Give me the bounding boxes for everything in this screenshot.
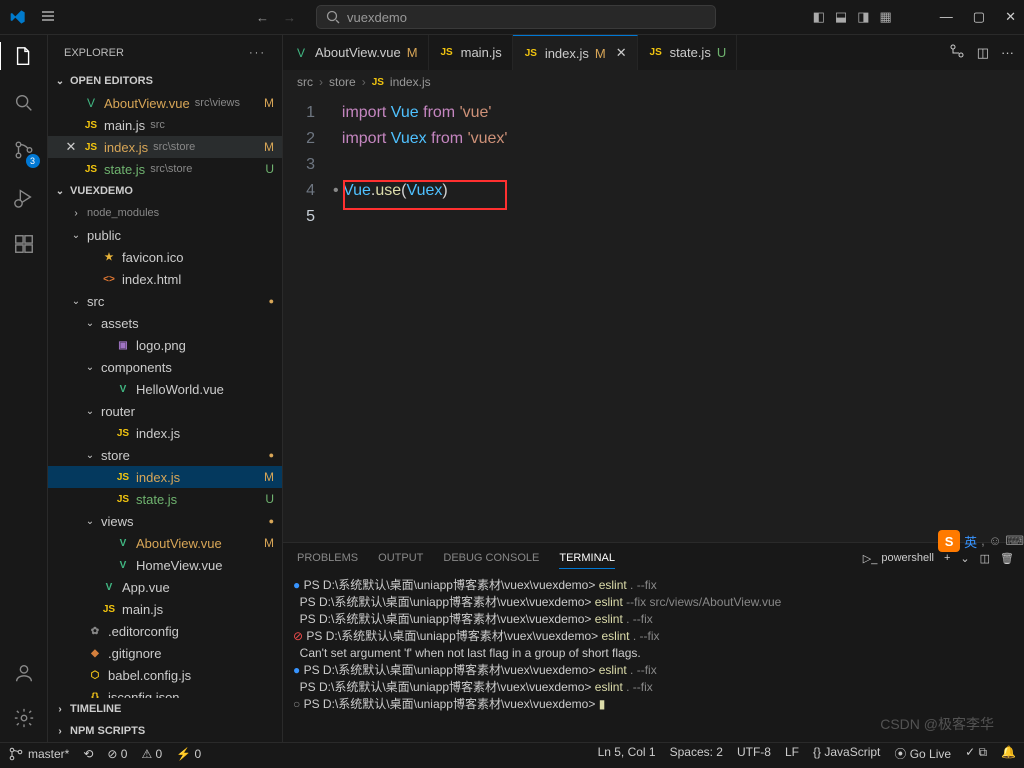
file-tree-item[interactable]: JSindex.jsM: [48, 466, 282, 488]
terminal-split-icon[interactable]: ◫: [980, 552, 990, 565]
file-tree-item[interactable]: <>index.html: [48, 268, 282, 290]
window-close-icon[interactable]: ✕: [1005, 9, 1016, 25]
activity-account-icon[interactable]: [13, 662, 35, 687]
file-tree-item[interactable]: VHelloWorld.vue: [48, 378, 282, 400]
file-tree-item[interactable]: ✿.editorconfig: [48, 620, 282, 642]
editor-tab[interactable]: JSstate.js U: [638, 35, 738, 70]
open-editor-item[interactable]: JSmain.js src: [48, 114, 282, 136]
open-editor-item[interactable]: VAboutView.vue src\viewsM: [48, 92, 282, 114]
status-warnings[interactable]: ⚠ 0: [141, 747, 162, 761]
explorer-title: EXPLORER: [64, 47, 124, 59]
status-lang[interactable]: {} JavaScript: [813, 745, 880, 762]
scm-badge: 3: [26, 154, 40, 168]
status-branch[interactable]: master*: [8, 746, 69, 762]
status-position[interactable]: Ln 5, Col 1: [598, 745, 656, 762]
file-tree-item[interactable]: ◆.gitignore: [48, 642, 282, 664]
watermark: CSDN @极客李华: [880, 714, 994, 734]
status-prettier[interactable]: ✓ ⧉: [965, 745, 987, 762]
npm-scripts-header[interactable]: ›NPM SCRIPTS: [48, 720, 282, 742]
file-tree-item[interactable]: ★favicon.ico: [48, 246, 282, 268]
file-tree-item[interactable]: {}isconfig.ison: [48, 686, 282, 698]
compare-changes-icon[interactable]: [949, 43, 965, 62]
layout-panel-icon[interactable]: ⬓: [835, 9, 847, 25]
status-golive[interactable]: ⦿ Go Live: [894, 745, 951, 762]
open-editors-header[interactable]: ⌄OPEN EDITORS: [48, 70, 282, 92]
panel-tab[interactable]: OUTPUT: [378, 548, 423, 568]
window-maximize-icon[interactable]: ▢: [973, 9, 985, 25]
file-tree-item[interactable]: ⬡babel.config.js: [48, 664, 282, 686]
file-tree-item[interactable]: ⌄public: [48, 224, 282, 246]
open-editor-item[interactable]: ✕JSindex.js src\storeM: [48, 136, 282, 158]
status-bell-icon[interactable]: 🔔: [1001, 745, 1016, 762]
terminal-trash-icon[interactable]: 🗑: [1000, 552, 1014, 565]
editor-tab[interactable]: JSmain.js: [429, 35, 513, 70]
explorer-more-icon[interactable]: ···: [249, 47, 266, 59]
split-editor-icon[interactable]: ◫: [977, 45, 989, 61]
file-tree-item[interactable]: VApp.vue: [48, 576, 282, 598]
file-tree-item[interactable]: ⌄store●: [48, 444, 282, 466]
file-tree-item[interactable]: ⌄components: [48, 356, 282, 378]
window-minimize-icon[interactable]: —: [940, 9, 953, 25]
layout-customize-icon[interactable]: ▦: [880, 9, 892, 25]
status-eol[interactable]: LF: [785, 745, 799, 762]
open-editor-item[interactable]: JSstate.js src\storeU: [48, 158, 282, 180]
panel-tab[interactable]: TERMINAL: [559, 548, 615, 569]
activity-search-icon[interactable]: [13, 92, 35, 117]
file-tree-item[interactable]: ▣logo.png: [48, 334, 282, 356]
status-errors[interactable]: ⊘ 0: [107, 747, 127, 761]
highlight-annotation: [343, 180, 507, 210]
activity-extensions-icon[interactable]: [13, 233, 35, 258]
terminal-new-icon[interactable]: +: [944, 552, 950, 564]
search-icon: [325, 9, 341, 25]
menu-icon[interactable]: [40, 8, 56, 27]
file-tree-item[interactable]: ⌄assets: [48, 312, 282, 334]
file-tree-item[interactable]: ›node_modules: [48, 202, 282, 224]
vscode-logo-icon: [10, 9, 26, 25]
timeline-header[interactable]: ›TIMELINE: [48, 698, 282, 720]
layout-sidebar-right-icon[interactable]: ◨: [857, 9, 869, 25]
nav-forward-icon[interactable]: →: [283, 10, 296, 25]
file-tree-item[interactable]: JSmain.js: [48, 598, 282, 620]
file-tree-item[interactable]: VHomeView.vue: [48, 554, 282, 576]
activity-debug-icon[interactable]: [13, 186, 35, 211]
editor-tab[interactable]: JSindex.js M✕: [513, 35, 638, 70]
ime-indicator[interactable]: S 英 , ☺ ⌨: [938, 530, 1024, 552]
status-bar: master* ⟲ ⊘ 0 ⚠ 0 ⚡ 0 Ln 5, Col 1 Spaces…: [0, 742, 1024, 764]
layout-sidebar-left-icon[interactable]: ◧: [813, 9, 825, 25]
search-text: vuexdemo: [347, 10, 407, 25]
editor-tab[interactable]: VAboutView.vue M: [283, 35, 429, 70]
file-tree-item[interactable]: ⌄src●: [48, 290, 282, 312]
file-tree-item[interactable]: ⌄router: [48, 400, 282, 422]
file-tree-item[interactable]: VAboutView.vueM: [48, 532, 282, 554]
file-tree-item[interactable]: JSstate.jsU: [48, 488, 282, 510]
nav-back-icon[interactable]: ←: [256, 10, 269, 25]
activity-explorer-icon[interactable]: [13, 45, 35, 70]
panel-tab[interactable]: PROBLEMS: [297, 548, 358, 568]
status-spaces[interactable]: Spaces: 2: [670, 745, 723, 762]
project-header[interactable]: ⌄VUEXDEMO: [48, 180, 282, 202]
command-center[interactable]: vuexdemo: [316, 5, 716, 29]
status-encoding[interactable]: UTF-8: [737, 745, 771, 762]
terminal-profile-select[interactable]: ▷_powershell: [863, 552, 934, 565]
terminal-dropdown-icon[interactable]: ⌄: [960, 552, 969, 565]
code-editor[interactable]: 1 import Vue from 'vue' 2 import Vuex fr…: [283, 94, 1024, 542]
activity-scm-icon[interactable]: 3: [13, 139, 35, 164]
tab-more-icon[interactable]: ···: [1001, 45, 1014, 60]
activity-settings-icon[interactable]: [13, 707, 35, 732]
sogou-icon: S: [938, 530, 960, 552]
file-tree-item[interactable]: JSindex.js: [48, 422, 282, 444]
status-sync[interactable]: ⟲: [83, 747, 93, 761]
status-port[interactable]: ⚡ 0: [176, 747, 201, 761]
file-tree-item[interactable]: ⌄views●: [48, 510, 282, 532]
panel-tab[interactable]: DEBUG CONSOLE: [443, 548, 539, 568]
breadcrumb[interactable]: src› store› JSindex.js: [283, 70, 1024, 94]
